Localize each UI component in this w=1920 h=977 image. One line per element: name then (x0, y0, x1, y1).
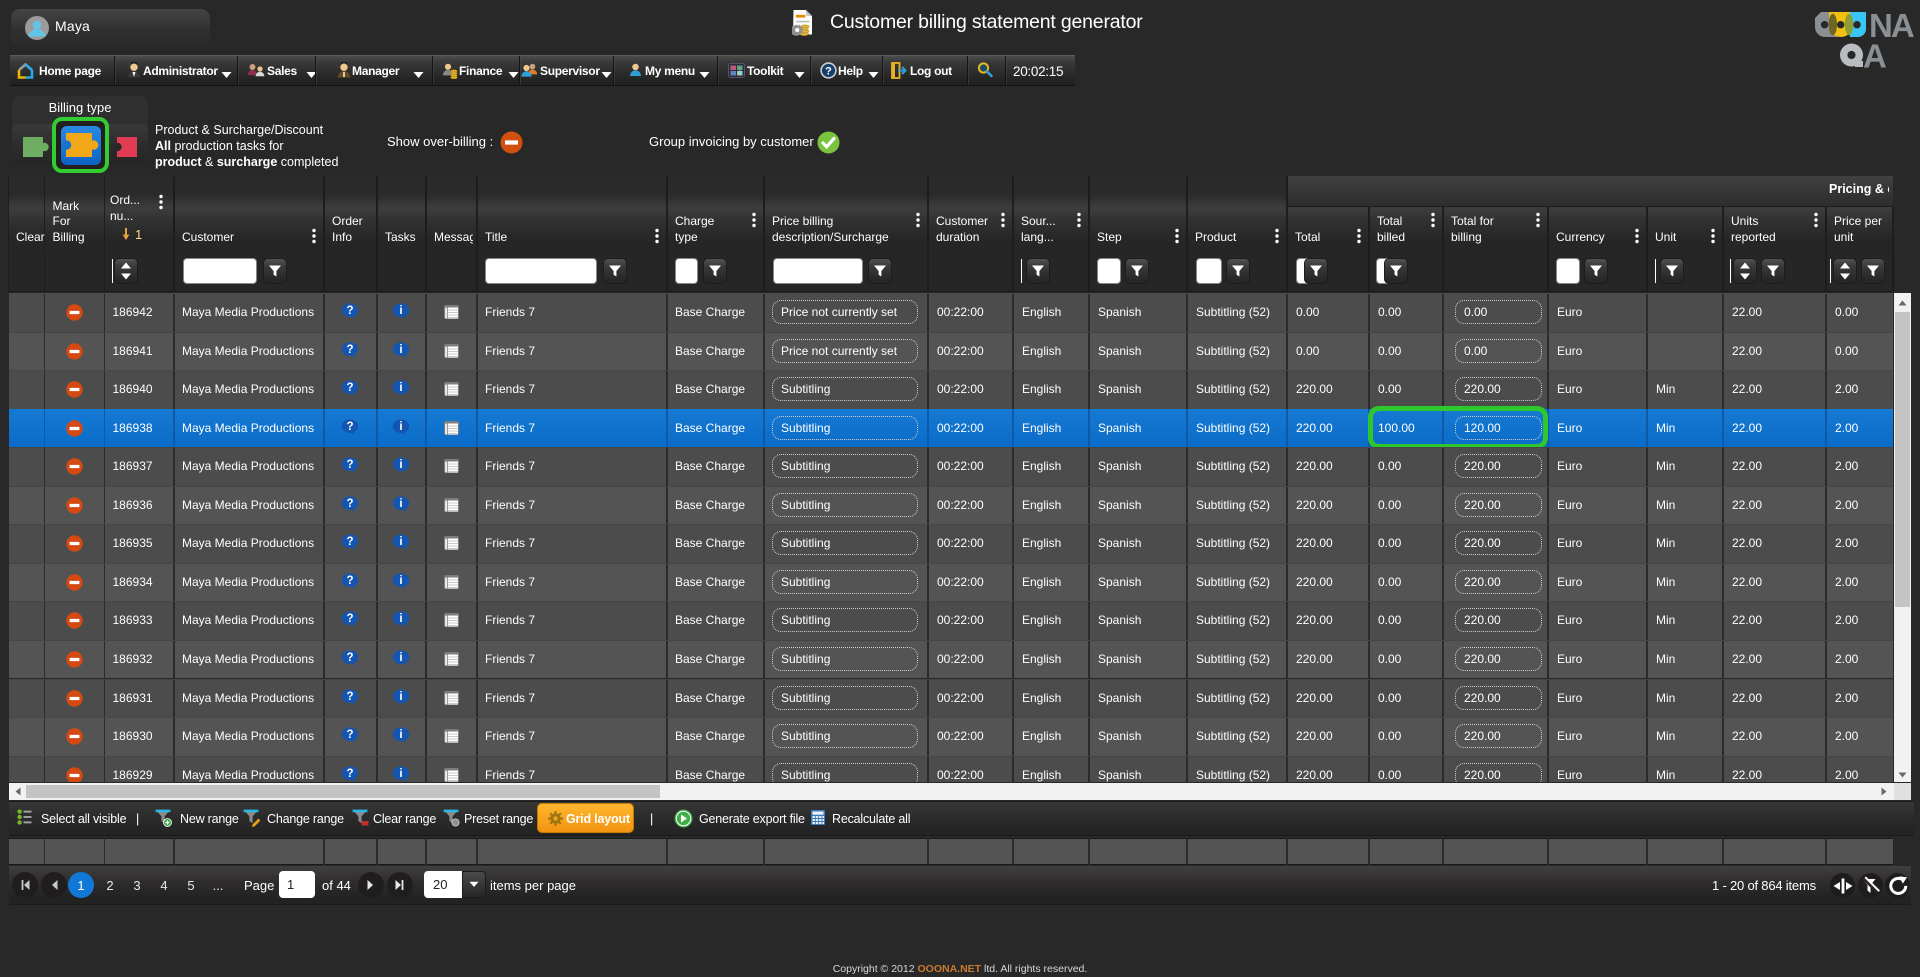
svg-text:?: ? (346, 691, 353, 703)
svg-text:?: ? (346, 459, 353, 471)
svg-text:?: ? (346, 498, 353, 510)
svg-text:i: i (399, 575, 402, 587)
svg-text:?: ? (346, 729, 353, 741)
svg-text:i: i (399, 729, 402, 741)
svg-text:i: i (399, 421, 402, 433)
svg-text:?: ? (346, 768, 353, 780)
svg-text:i: i (399, 652, 402, 664)
svg-text:i: i (399, 614, 402, 626)
svg-text:A: A (1863, 38, 1887, 69)
svg-text:?: ? (346, 421, 353, 433)
svg-text:?: ? (346, 652, 353, 664)
svg-text:i: i (399, 344, 402, 356)
svg-text:i: i (399, 498, 402, 510)
svg-text:i: i (399, 536, 402, 548)
svg-text:?: ? (346, 344, 353, 356)
svg-text:?: ? (346, 536, 353, 548)
svg-text:i: i (399, 459, 402, 471)
svg-text:?: ? (825, 65, 832, 77)
svg-text:?: ? (346, 575, 353, 587)
svg-text:i: i (399, 691, 402, 703)
svg-text:?: ? (346, 614, 353, 626)
svg-text:i: i (399, 382, 402, 394)
svg-text:?: ? (346, 305, 353, 317)
svg-text:?: ? (346, 382, 353, 394)
svg-text:i: i (399, 305, 402, 317)
svg-text:i: i (399, 768, 402, 780)
